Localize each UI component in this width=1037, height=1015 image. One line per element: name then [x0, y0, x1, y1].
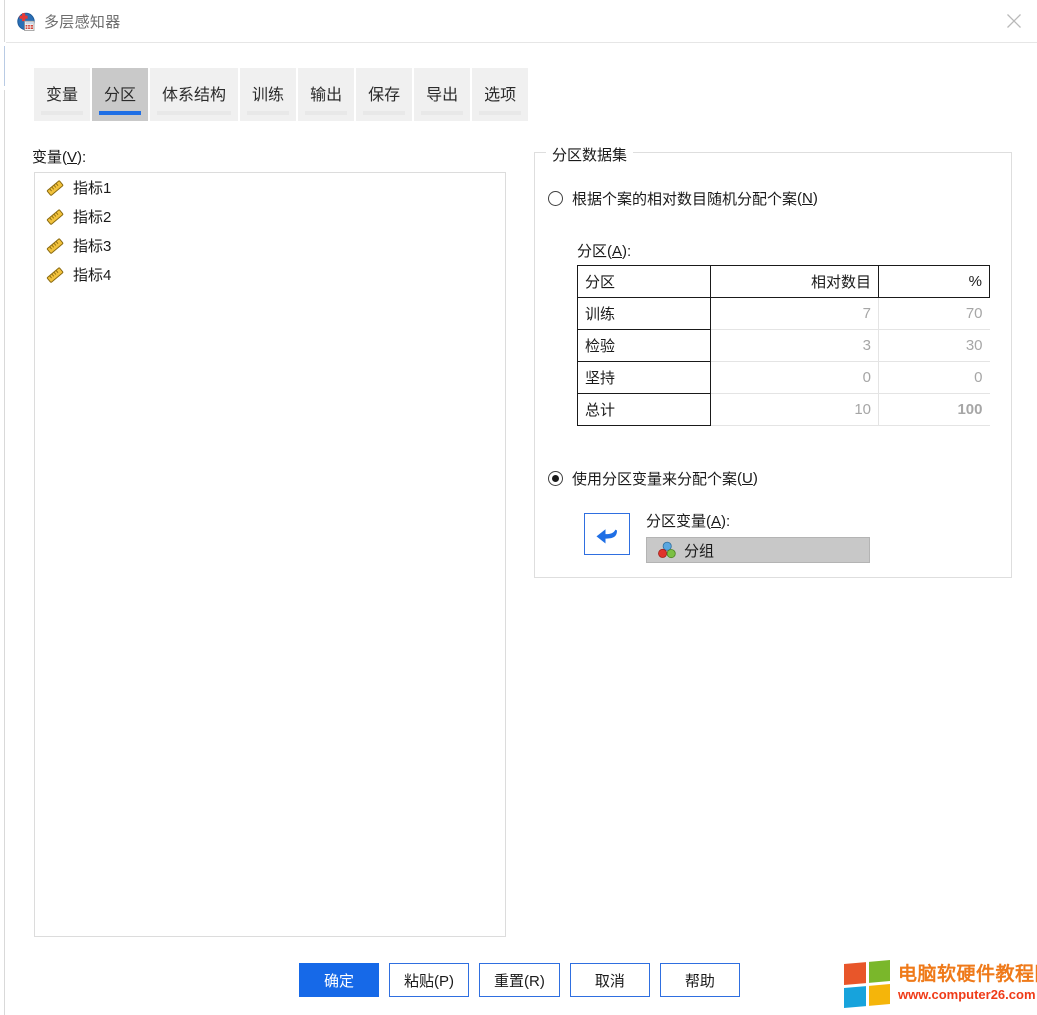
- list-item[interactable]: 指标1: [35, 173, 505, 202]
- list-item-label: 指标3: [73, 238, 112, 255]
- tab-label: 训练: [252, 87, 285, 104]
- tab-bar: 变量 分区 体系结构 训练 输出 保存 导出 选项: [34, 68, 530, 121]
- variables-label: 变量(V):: [32, 149, 87, 166]
- window-title: 多层感知器: [44, 14, 121, 31]
- tab-export[interactable]: 导出: [414, 68, 471, 121]
- partition-variable-label-text: 分区变量: [646, 513, 707, 530]
- tab-options[interactable]: 选项: [472, 68, 529, 121]
- variables-list[interactable]: 指标1 指标2 指标3 指标4: [34, 172, 506, 937]
- column-header-partition: 分区: [577, 265, 711, 298]
- table-row: 训练 7 70: [577, 297, 990, 330]
- variables-label-suffix: :: [82, 149, 87, 166]
- dialog-button-bar: 确定 粘贴(P) 重置(R) 取消 帮助: [299, 963, 740, 997]
- cell-relative-total[interactable]: 10: [710, 393, 879, 426]
- radio-use-partition-variable-accelerator: U: [742, 470, 753, 487]
- title-bar: 多层感知器: [6, 0, 1037, 43]
- paste-button[interactable]: 粘贴(P): [389, 963, 469, 997]
- tab-underline: [41, 111, 84, 115]
- reset-button[interactable]: 重置(R): [479, 963, 560, 997]
- tab-partitions[interactable]: 分区: [92, 68, 149, 121]
- watermark-url: www.computer26.com: [898, 986, 1036, 1002]
- tab-label: 变量: [46, 87, 79, 104]
- scale-icon: [45, 207, 65, 227]
- tab-underline: [247, 111, 290, 115]
- row-label-testing: 检验: [577, 329, 711, 362]
- partition-table-accelerator: A: [612, 243, 623, 260]
- cell-percent-testing[interactable]: 30: [878, 329, 990, 362]
- close-icon[interactable]: [991, 0, 1037, 41]
- tab-save[interactable]: 保存: [356, 68, 413, 121]
- multilayer-perceptron-dialog: 多层感知器 变量 分区 体系结构 训练 输出 保存 导出 选项 变量(V): 指…: [6, 0, 1037, 1015]
- row-label-holdout: 坚持: [577, 361, 711, 394]
- radio-icon-unselected: [548, 191, 563, 206]
- scale-icon: [45, 236, 65, 256]
- tab-architecture[interactable]: 体系结构: [150, 68, 239, 121]
- radio-random-assign-accelerator: N: [802, 190, 813, 207]
- cell-relative-testing[interactable]: 3: [710, 329, 879, 362]
- cell-relative-holdout[interactable]: 0: [710, 361, 879, 394]
- tab-label: 分区: [104, 87, 137, 104]
- watermark-title: 电脑软硬件教程网: [898, 963, 1037, 985]
- column-header-percent: %: [878, 265, 990, 298]
- partition-table-label-text: 分区: [577, 243, 608, 260]
- list-item[interactable]: 指标3: [35, 231, 505, 260]
- move-left-arrow-icon[interactable]: [584, 513, 630, 555]
- tab-underline: [157, 111, 232, 115]
- tab-label: 选项: [484, 87, 517, 104]
- cancel-button[interactable]: 取消: [569, 963, 650, 997]
- radio-use-partition-variable[interactable]: 使用分区变量来分配个案(U): [548, 468, 758, 489]
- spss-mlp-icon: [16, 12, 36, 32]
- radio-use-partition-variable-label: 使用分区变量来分配个案: [572, 471, 738, 488]
- watermark: 电脑软硬件教程网 www.computer26.com: [844, 959, 1037, 1009]
- tab-variables[interactable]: 变量: [34, 68, 91, 121]
- row-label-total: 总计: [577, 393, 711, 426]
- list-item[interactable]: 指标2: [35, 202, 505, 231]
- partition-table[interactable]: 分区 相对数目 % 训练 7 70 检验 3 30 坚持 0 0 总计 10 1…: [577, 265, 990, 426]
- tab-underline: [421, 111, 464, 115]
- partition-dataset-title: 分区数据集: [546, 144, 634, 165]
- list-item[interactable]: 指标4: [35, 260, 505, 289]
- partition-variable-accelerator: A: [711, 513, 722, 530]
- tab-label: 保存: [368, 87, 401, 104]
- variables-accelerator: V: [67, 149, 78, 166]
- tab-label: 导出: [426, 87, 459, 104]
- cell-percent-holdout[interactable]: 0: [878, 361, 990, 394]
- tab-underline: [479, 111, 522, 115]
- radio-icon-selected: [548, 471, 563, 486]
- list-item-label: 指标1: [73, 180, 112, 197]
- scale-icon: [45, 178, 65, 198]
- table-header-row: 分区 相对数目 %: [577, 265, 990, 298]
- ok-button[interactable]: 确定: [299, 963, 379, 997]
- partition-variable-label: 分区变量(A):: [646, 513, 731, 530]
- radio-random-assign-label: 根据个案的相对数目随机分配个案: [572, 191, 798, 208]
- cell-relative-training[interactable]: 7: [710, 297, 879, 330]
- list-item-label: 指标2: [73, 209, 112, 226]
- help-button[interactable]: 帮助: [659, 963, 740, 997]
- variables-label-text: 变量: [32, 149, 63, 166]
- partition-table-label: 分区(A):: [577, 243, 632, 260]
- windows-logo-icon: [844, 959, 890, 1009]
- table-row: 总计 10 100: [577, 393, 990, 426]
- tab-output[interactable]: 输出: [298, 68, 355, 121]
- tab-training[interactable]: 训练: [240, 68, 297, 121]
- tab-underline: [99, 111, 142, 115]
- cell-percent-total[interactable]: 100: [878, 393, 990, 426]
- nominal-icon: [657, 540, 677, 560]
- partition-variable-value: 分组: [684, 542, 715, 560]
- partition-variable-field[interactable]: 分组: [646, 537, 870, 563]
- table-row: 检验 3 30: [577, 329, 990, 362]
- watermark-text: 电脑软硬件教程网 www.computer26.com: [898, 963, 1037, 1003]
- radio-random-assign[interactable]: 根据个案的相对数目随机分配个案(N): [548, 188, 818, 209]
- scale-icon: [45, 265, 65, 285]
- table-row: 坚持 0 0: [577, 361, 990, 394]
- column-header-relative: 相对数目: [710, 265, 879, 298]
- row-label-training: 训练: [577, 297, 711, 330]
- tab-label: 体系结构: [162, 87, 227, 104]
- list-item-label: 指标4: [73, 267, 112, 284]
- tab-underline: [363, 111, 406, 115]
- tab-underline: [305, 111, 348, 115]
- tab-label: 输出: [310, 87, 343, 104]
- cell-percent-training[interactable]: 70: [878, 297, 990, 330]
